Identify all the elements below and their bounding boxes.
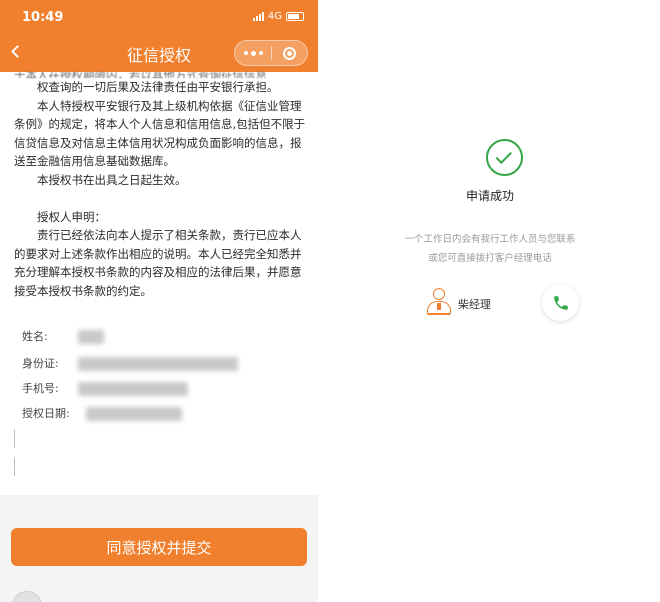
screen: 10:49 4G 征信授权 于本人在授权期限内，若以其他方式查询征信信息 权查询…	[0, 0, 660, 602]
redacted-value	[78, 357, 238, 371]
more-button[interactable]	[235, 41, 271, 65]
declaration-title: 授权人申明：	[37, 209, 106, 224]
call-manager-button[interactable]	[542, 284, 579, 321]
authorization-page: 10:49 4G 征信授权 于本人在授权期限内，若以其他方式查询征信信息 权查询…	[0, 0, 318, 602]
redacted-value	[78, 330, 104, 344]
signal-icon	[252, 12, 264, 21]
field-label: 手机号:	[22, 382, 59, 395]
redacted-value	[86, 407, 182, 421]
field-label: 姓名:	[22, 330, 48, 343]
status-icons: 4G	[252, 11, 304, 22]
date-field: 授权日期:	[22, 405, 70, 421]
network-label: 4G	[267, 11, 282, 22]
authorization-paragraph: 本人特授权平安银行及其上级机构依据《征信业管理条例》的规定，将本人个人信息和信用…	[14, 98, 306, 169]
phone-field: 手机号:	[22, 380, 59, 396]
clipped-line: 于本人在授权期限内，若以其他方式查询征信信息	[14, 72, 308, 78]
field-label: 身份证:	[22, 357, 59, 370]
close-miniapp-button[interactable]	[272, 41, 307, 65]
manager-avatar-icon	[425, 288, 453, 318]
miniapp-capsule	[234, 40, 308, 66]
effective-paragraph: 本授权书在出具之日起生效。	[37, 172, 187, 187]
clipped-paragraph-end: 权查询的一切后果及法律责任由平安银行承担。	[37, 80, 279, 94]
contact-note: 一个工作日内会有我行工作人员与您联系	[404, 234, 576, 245]
field-label: 授权日期:	[22, 407, 70, 420]
call-note: 或您可直接拨打客户经理电话	[428, 253, 552, 264]
success-check-icon	[486, 139, 523, 176]
status-time: 10:49	[22, 10, 64, 25]
redacted-value	[78, 382, 188, 396]
id-field: 身份证:	[22, 355, 59, 371]
success-page: 申请成功 一个工作日内会有我行工作人员与您联系 或您可直接拨打客户经理电话 柴经…	[320, 0, 660, 602]
signature-area	[14, 430, 16, 478]
success-title: 申请成功	[465, 189, 514, 203]
authorization-text: 于本人在授权期限内，若以其他方式查询征信信息 权查询的一切后果及法律责任由平安银…	[14, 72, 308, 301]
manager-name: 柴经理	[458, 298, 491, 311]
declaration-paragraph: 责行已经依法向本人提示了相关条款，责行已应本人的要求对上述条款作出相应的说明。本…	[14, 228, 302, 298]
target-icon	[283, 46, 296, 60]
nav-bar: 10:49 4G 征信授权	[0, 0, 318, 72]
name-field: 姓名:	[22, 328, 48, 344]
phone-icon	[553, 295, 568, 310]
battery-icon	[286, 12, 304, 21]
agree-submit-button[interactable]: 同意授权并提交	[11, 528, 307, 566]
